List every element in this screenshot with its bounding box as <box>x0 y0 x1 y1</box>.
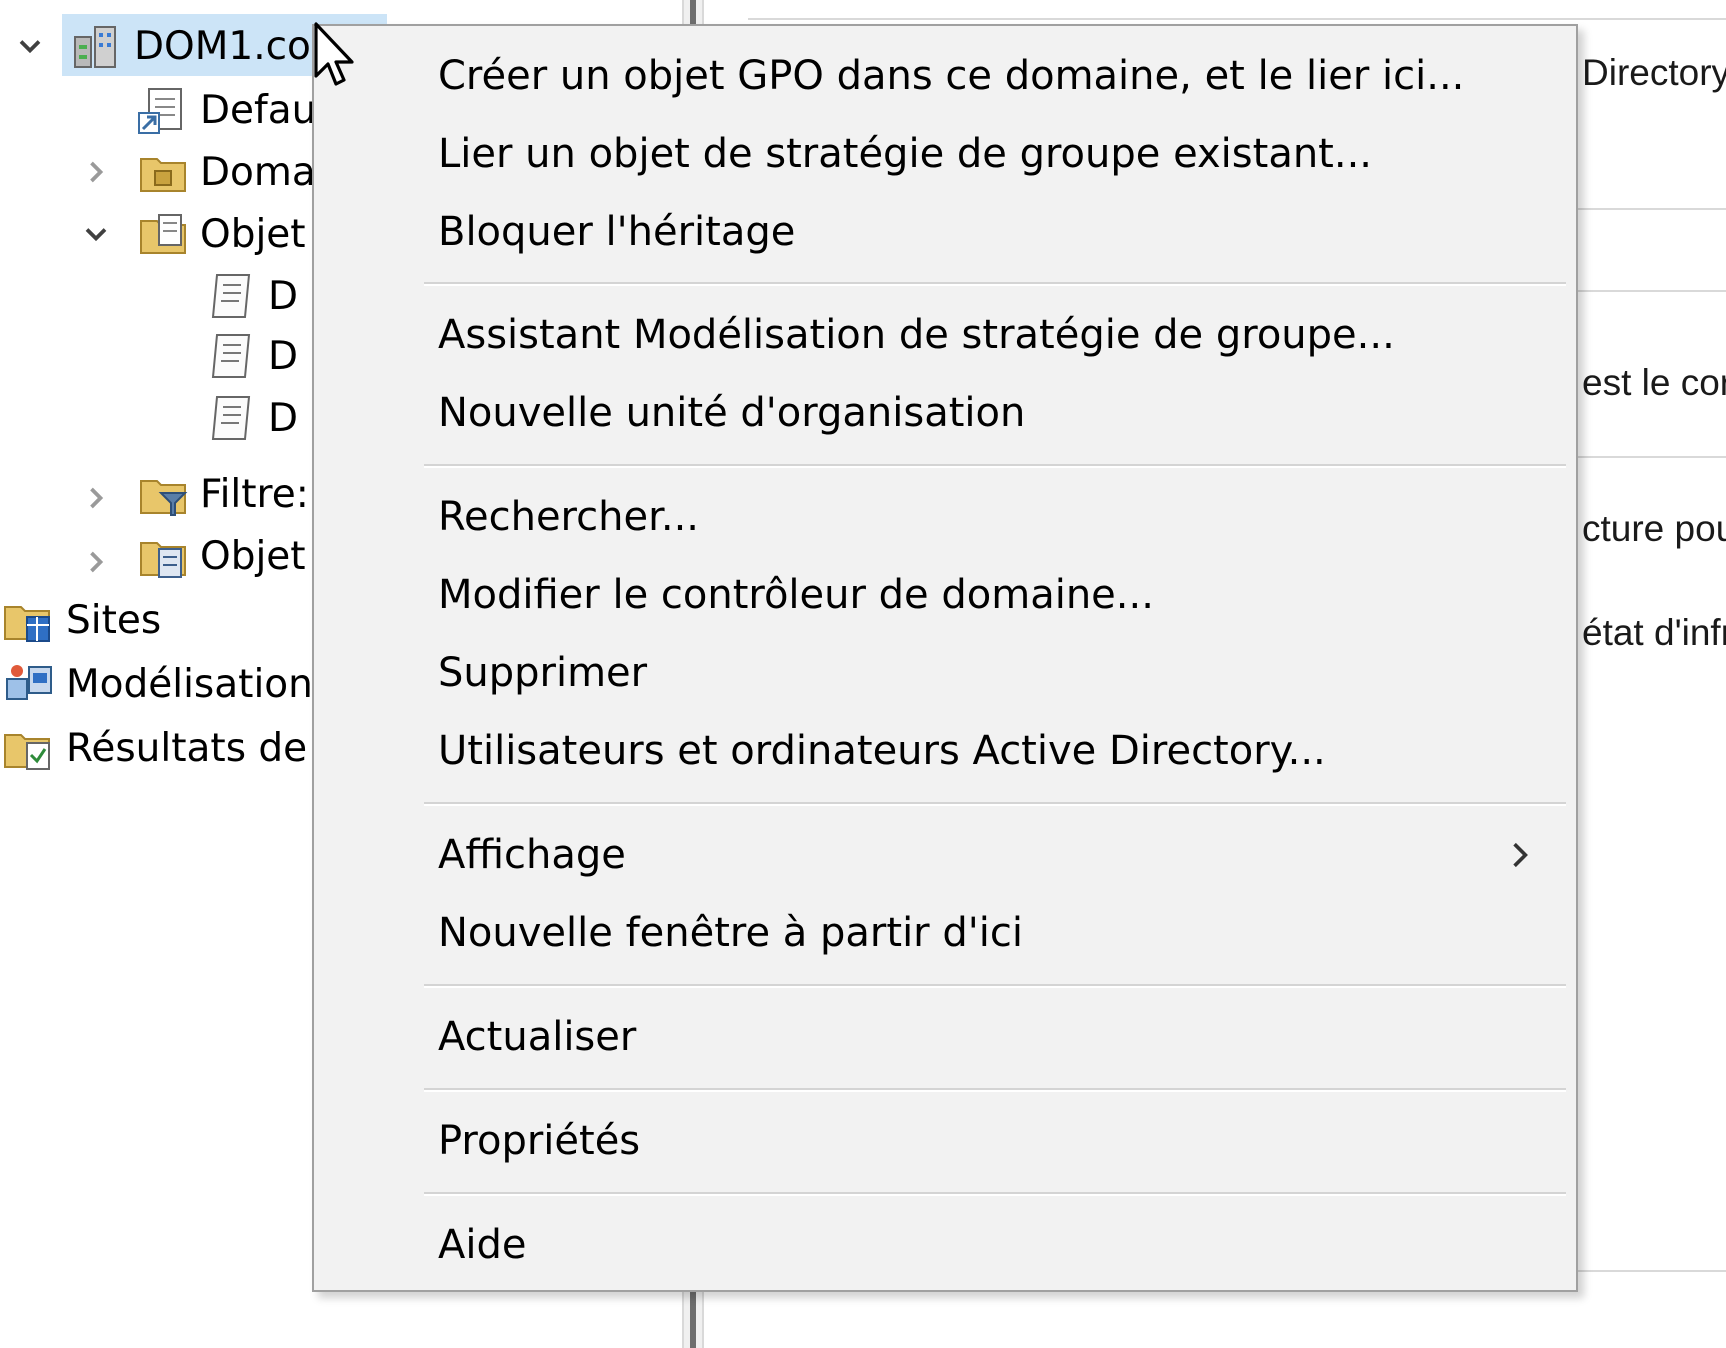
menu-item-properties[interactable]: Propriétés <box>416 1105 1566 1177</box>
menu-separator <box>424 802 1566 806</box>
tree-item-gpo[interactable]: D <box>202 330 298 382</box>
menu-separator <box>424 1088 1566 1092</box>
expand-chevron-icon[interactable] <box>76 146 116 198</box>
tree-item-label: Defau <box>200 87 317 133</box>
details-text: Directory <box>1582 52 1726 93</box>
tree-item-gpo-objects[interactable]: Objet <box>134 208 306 260</box>
menu-item-refresh[interactable]: Actualiser <box>416 1001 1566 1073</box>
tree-item-domain-controllers[interactable]: Doma <box>134 146 316 198</box>
menu-item-change-domain-controller[interactable]: Modifier le contrôleur de domaine... <box>416 559 1566 631</box>
tree-item-gpo[interactable]: D <box>202 270 298 322</box>
menu-item-block-inheritance[interactable]: Bloquer l'héritage <box>416 196 1566 268</box>
menu-item-label: Affichage <box>438 832 626 878</box>
menu-item-new-window[interactable]: Nouvelle fenêtre à partir d'ici <box>416 897 1566 969</box>
divider <box>748 18 1726 20</box>
collapse-chevron-icon[interactable] <box>76 208 116 260</box>
wmi-filter-folder-icon <box>134 468 192 520</box>
tree-item-wmi-filters[interactable]: Filtre: <box>134 468 309 520</box>
menu-item-ad-users-computers[interactable]: Utilisateurs et ordinateurs Active Direc… <box>416 715 1566 787</box>
menu-item-link-existing-gpo[interactable]: Lier un objet de stratégie de groupe exi… <box>416 118 1566 190</box>
gpo-scroll-icon <box>202 270 260 322</box>
mouse-cursor-icon <box>314 22 354 86</box>
domain-icon <box>68 20 126 72</box>
menu-item-view[interactable]: Affichage <box>416 819 1566 891</box>
tree-item-label: D <box>268 273 299 319</box>
tree-item-label: Résultats de <box>66 725 308 771</box>
tree-item-label: Filtre: <box>200 471 309 517</box>
tree-item-label: Objet <box>200 533 306 579</box>
details-text: état d'infr <box>1582 612 1726 653</box>
menu-separator <box>424 984 1566 988</box>
tree-item-results[interactable]: Résultats de <box>0 722 307 774</box>
menu-item-delete[interactable]: Supprimer <box>416 637 1566 709</box>
gpo-scroll-icon <box>202 392 260 444</box>
context-menu: Créer un objet GPO dans ce domaine, et l… <box>312 24 1578 1292</box>
menu-item-modeling-wizard[interactable]: Assistant Modélisation de stratégie de g… <box>416 299 1566 371</box>
sites-folder-icon <box>0 594 58 646</box>
tree-item-label: Sites <box>66 597 162 643</box>
menu-item-create-gpo[interactable]: Créer un objet GPO dans ce domaine, et l… <box>416 40 1566 112</box>
gpo-scroll-icon <box>202 330 260 382</box>
submenu-arrow-icon <box>1513 842 1528 868</box>
tree-item-modeling[interactable]: Modélisation <box>0 658 313 710</box>
gpo-folder-icon <box>134 208 192 260</box>
menu-item-search[interactable]: Rechercher... <box>416 481 1566 553</box>
tree-item-label: DOM1.co <box>134 23 311 69</box>
menu-item-new-ou[interactable]: Nouvelle unité d'organisation <box>416 377 1566 449</box>
tree-item-domain[interactable]: DOM1.co <box>68 20 311 72</box>
tree-item-label: Doma <box>200 149 316 195</box>
tree-item-label: Objet <box>200 211 306 257</box>
expand-chevron-icon[interactable] <box>76 536 116 588</box>
details-text: cture pou <box>1582 508 1726 549</box>
tree-item-starter-gpos[interactable]: Objet <box>134 530 306 582</box>
menu-separator <box>424 464 1566 468</box>
menu-separator <box>424 1192 1566 1196</box>
results-icon <box>0 722 58 774</box>
tree-item-sites[interactable]: Sites <box>0 594 161 646</box>
expand-chevron-icon[interactable] <box>76 472 116 524</box>
tree-item-label: D <box>268 395 299 441</box>
menu-separator <box>424 282 1566 286</box>
starter-gpo-folder-icon <box>134 530 192 582</box>
tree-item-label: Modélisation <box>66 661 313 707</box>
tree-item-label: D <box>268 333 299 379</box>
collapse-chevron-icon[interactable] <box>10 20 50 72</box>
menu-item-help[interactable]: Aide <box>416 1209 1566 1281</box>
tree-item-gpo[interactable]: D <box>202 392 298 444</box>
tree-item-default-gpo-link[interactable]: Defau <box>134 84 316 136</box>
ou-folder-icon <box>134 146 192 198</box>
gpo-link-icon <box>134 84 192 136</box>
details-text: est le cor <box>1582 362 1726 403</box>
modeling-icon <box>0 658 58 710</box>
